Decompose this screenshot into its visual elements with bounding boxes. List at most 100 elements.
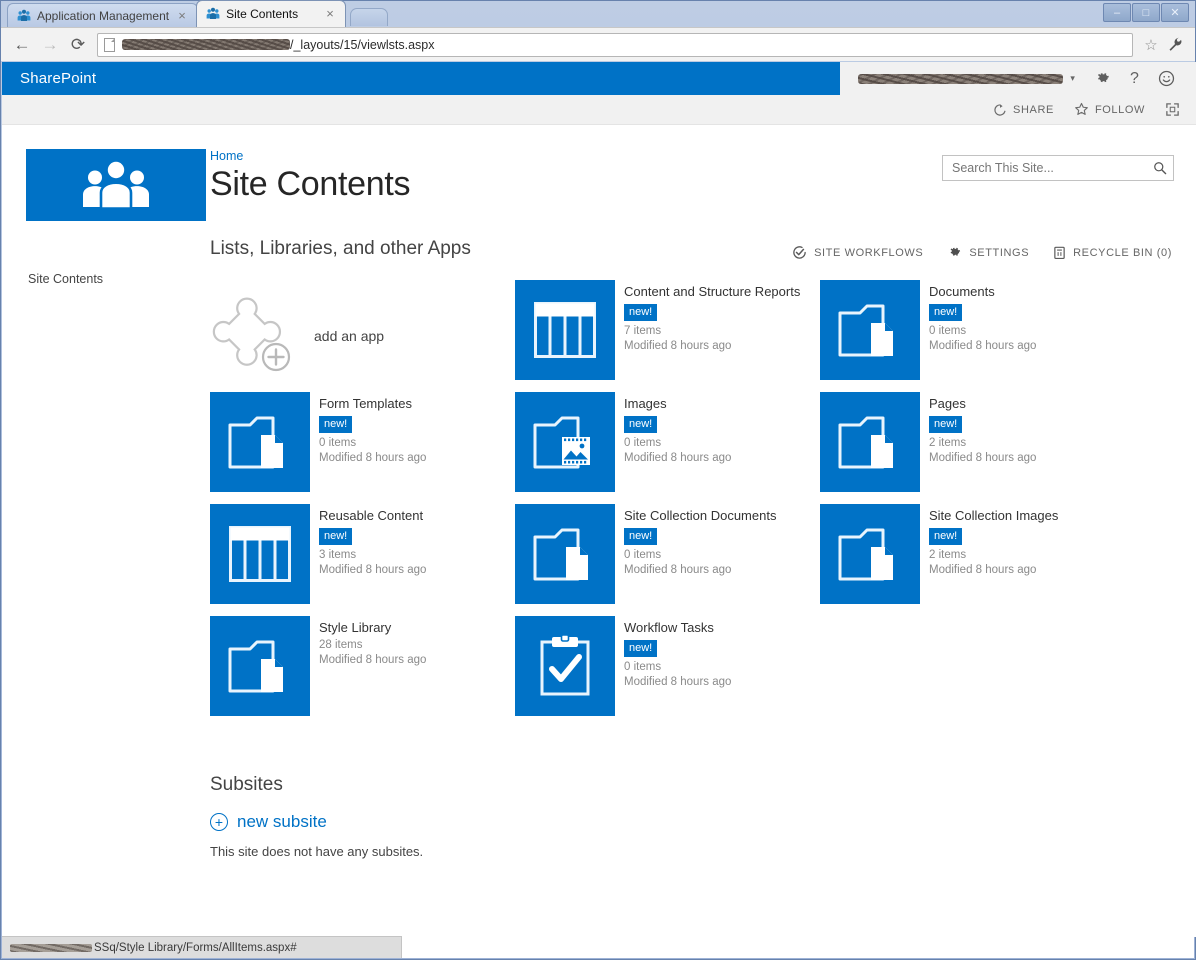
app-modified: Modified 8 hours ago <box>624 339 800 354</box>
settings-link[interactable]: SETTINGS <box>947 245 1029 260</box>
maximize-button[interactable]: □ <box>1132 3 1160 22</box>
tab-title: Site Contents <box>226 7 317 21</box>
minimize-button[interactable]: – <box>1103 3 1131 22</box>
main-content: Search This Site... Home Site Contents L… <box>210 149 1196 859</box>
browser-tab-application-management[interactable]: Application Management × <box>7 3 198 27</box>
browser-tab-site-contents[interactable]: Site Contents × <box>196 0 346 27</box>
search-icon[interactable] <box>1153 161 1167 175</box>
help-icon[interactable]: ? <box>1119 62 1151 95</box>
share-button[interactable]: SHARE <box>993 103 1054 117</box>
page-body: Site Contents Search This Site... Home S… <box>2 125 1196 859</box>
forward-button[interactable]: → <box>37 32 63 58</box>
app-item-count: 0 items <box>624 436 731 451</box>
reload-button[interactable]: ⟳ <box>65 32 91 58</box>
app-modified: Modified 8 hours ago <box>319 451 426 466</box>
search-input[interactable]: Search This Site... <box>952 161 1153 175</box>
app-modified: Modified 8 hours ago <box>624 563 776 578</box>
tab-title: Application Management <box>37 9 169 23</box>
follow-button[interactable]: FOLLOW <box>1074 102 1145 117</box>
back-button[interactable]: ← <box>9 32 35 58</box>
app-tile[interactable]: Workflow Tasks new! 0 items Modified 8 h… <box>515 616 820 728</box>
app-tile[interactable]: Form Templates new! 0 items Modified 8 h… <box>210 392 515 504</box>
app-tile[interactable]: Site Collection Documents new! 0 items M… <box>515 504 820 616</box>
app-name[interactable]: Documents <box>929 284 1036 299</box>
new-subsite-link[interactable]: + new subsite <box>210 812 1174 832</box>
feedback-smiley-icon[interactable] <box>1150 62 1182 95</box>
close-icon[interactable]: × <box>323 7 337 21</box>
app-item-count: 0 items <box>929 324 1036 339</box>
app-name[interactable]: Pages <box>929 396 1036 411</box>
app-tile[interactable]: Site Collection Images new! 2 items Modi… <box>820 504 1125 616</box>
app-tile[interactable]: Images new! 0 items Modified 8 hours ago <box>515 392 820 504</box>
browser-window: Application Management × Site Contents × <box>0 0 1196 960</box>
app-item-count: 0 items <box>624 660 731 675</box>
app-modified: Modified 8 hours ago <box>929 451 1036 466</box>
bookmark-star-icon[interactable]: ☆ <box>1141 36 1161 54</box>
app-name[interactable]: Workflow Tasks <box>624 620 731 635</box>
app-tile[interactable]: Reusable Content new! 3 items Modified 8… <box>210 504 515 616</box>
recycle-bin-link[interactable]: RECYCLE BIN (0) <box>1053 245 1172 260</box>
section-header-row: Lists, Libraries, and other Apps SITE WO… <box>210 238 1174 260</box>
share-label: SHARE <box>1013 104 1054 116</box>
status-badge: new! <box>929 304 962 321</box>
app-tile[interactable]: Style Library 28 items Modified 8 hours … <box>210 616 515 728</box>
app-name[interactable]: Content and Structure Reports <box>624 284 800 299</box>
add-an-app-label: add an app <box>314 328 384 344</box>
app-modified: Modified 8 hours ago <box>319 563 426 578</box>
recycle-bin-icon <box>1053 245 1066 260</box>
app-name[interactable]: Site Collection Images <box>929 508 1058 523</box>
chevron-down-icon[interactable]: ▾ <box>1070 73 1075 84</box>
wrench-icon[interactable] <box>1163 33 1187 57</box>
empty-slot <box>820 616 920 716</box>
browser-titlebar: Application Management × Site Contents × <box>1 1 1195 27</box>
app-name[interactable]: Images <box>624 396 731 411</box>
document-library-icon <box>820 280 920 380</box>
app-name[interactable]: Reusable Content <box>319 508 426 523</box>
left-nav-links: Site Contents <box>26 269 210 289</box>
status-badge: new! <box>319 416 352 433</box>
app-item-count: 2 items <box>929 548 1058 563</box>
close-window-button[interactable]: ✕ <box>1161 3 1189 22</box>
focus-on-content-button[interactable] <box>1165 102 1180 117</box>
task-list-icon <box>515 616 615 716</box>
workflow-check-icon <box>792 245 807 260</box>
close-icon[interactable]: × <box>175 9 189 23</box>
follow-label: FOLLOW <box>1095 104 1145 116</box>
app-name[interactable]: Style Library <box>319 620 426 635</box>
app-tile-meta: Reusable Content new! 3 items Modified 8… <box>310 504 426 616</box>
app-item-count: 7 items <box>624 324 800 339</box>
app-tile-meta: Pages new! 2 items Modified 8 hours ago <box>920 392 1036 504</box>
redacted-host <box>122 39 290 50</box>
app-tile[interactable]: Content and Structure Reports new! 7 ite… <box>515 280 820 392</box>
status-badge: new! <box>624 416 657 433</box>
app-item-count: 3 items <box>319 548 426 563</box>
add-an-app-tile[interactable]: add an app <box>210 280 515 392</box>
status-badge: new! <box>624 304 657 321</box>
redacted-status-prefix <box>10 944 92 952</box>
address-bar[interactable]: /_layouts/15/viewlsts.aspx <box>97 33 1133 57</box>
site-workflows-link[interactable]: SITE WORKFLOWS <box>792 245 923 260</box>
new-tab-button[interactable] <box>350 8 388 26</box>
site-people-logo[interactable] <box>26 149 206 221</box>
search-box[interactable]: Search This Site... <box>942 155 1174 181</box>
status-badge: new! <box>929 416 962 433</box>
window-controls: – □ ✕ <box>1103 3 1189 22</box>
app-name[interactable]: Form Templates <box>319 396 426 411</box>
app-tile[interactable]: Documents new! 0 items Modified 8 hours … <box>820 280 1125 392</box>
sharepoint-suite-bar: SharePoint ▾ ? <box>2 62 1196 95</box>
document-library-icon <box>515 504 615 604</box>
gear-icon[interactable] <box>1087 62 1119 95</box>
app-tile[interactable]: Pages new! 2 items Modified 8 hours ago <box>820 392 1125 504</box>
section-heading: Lists, Libraries, and other Apps <box>210 238 471 260</box>
app-item-count: 28 items <box>319 638 426 653</box>
sidebar-item-site-contents[interactable]: Site Contents <box>28 269 210 289</box>
app-name[interactable]: Site Collection Documents <box>624 508 776 523</box>
sharepoint-brand-link[interactable]: SharePoint <box>2 70 96 87</box>
new-subsite-label: new subsite <box>237 812 327 832</box>
app-item-count: 2 items <box>929 436 1036 451</box>
tab-strip: Application Management × Site Contents × <box>7 1 388 27</box>
document-library-icon <box>820 392 920 492</box>
page-viewport: SharePoint ▾ ? <box>2 62 1196 937</box>
redacted-user-name[interactable] <box>858 74 1063 84</box>
app-tile-meta: Documents new! 0 items Modified 8 hours … <box>920 280 1036 392</box>
